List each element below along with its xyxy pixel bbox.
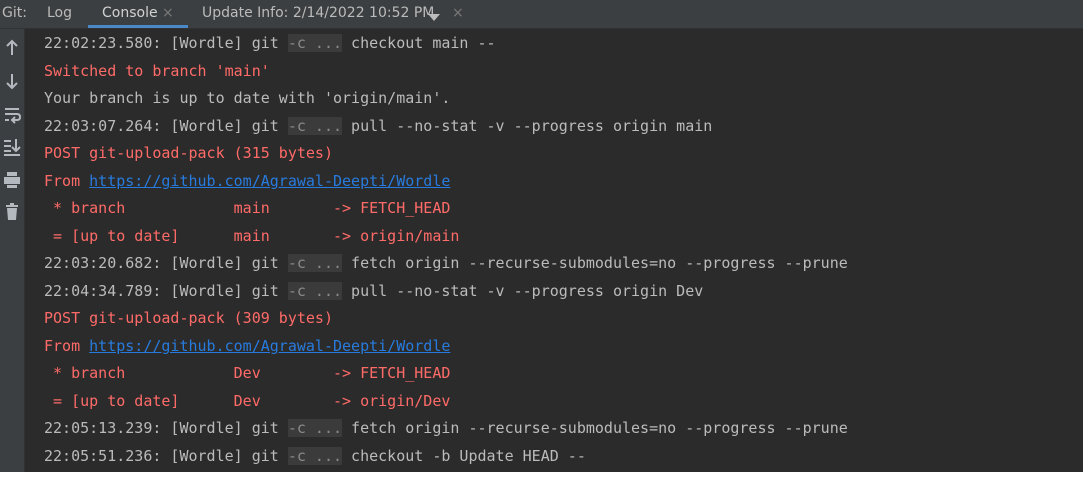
tab-bar: Git: Log Console × Update Info: 2/14/202… — [0, 0, 1083, 29]
soft-wrap-icon[interactable] — [2, 105, 22, 125]
tab-log[interactable]: Log — [47, 0, 72, 28]
repo-link[interactable]: https://github.com/Agrawal-Deepti/Wordle — [89, 172, 450, 190]
console-line: 22:05:13.239: [Wordle] git -c ... fetch … — [44, 419, 848, 437]
console-output[interactable]: 22:02:23.580: [Wordle] git -c ... checko… — [25, 29, 1083, 472]
tab-console-label: Console — [102, 5, 158, 21]
tab-console[interactable]: Console × — [102, 0, 174, 28]
console-line: 22:02:23.580: [Wordle] git -c ... checko… — [44, 34, 496, 52]
console-line: From https://github.com/Agrawal-Deepti/W… — [44, 172, 451, 190]
trash-icon[interactable] — [2, 202, 22, 222]
tab-update-info-label: Update Info: 2/14/2022 10:52 PM — [202, 5, 435, 21]
git-label: Git: — [2, 5, 27, 21]
console-line: = [up to date] main -> origin/main — [44, 227, 460, 245]
git-tool-window: Git: Log Console × Update Info: 2/14/202… — [0, 0, 1083, 472]
git-options-collapsed[interactable]: -c ... — [287, 117, 343, 135]
tab-update-info[interactable]: Update Info: 2/14/2022 10:52 PM — [202, 0, 434, 28]
arrow-up-icon[interactable] — [2, 38, 22, 58]
print-icon[interactable] — [2, 170, 22, 190]
console-line: 22:04:34.789: [Wordle] git -c ... pull -… — [44, 282, 704, 300]
active-tab-indicator — [88, 25, 188, 28]
console-line: From https://github.com/Agrawal-Deepti/W… — [44, 337, 451, 355]
git-options-collapsed[interactable]: -c ... — [287, 419, 343, 437]
git-options-collapsed[interactable]: -c ... — [287, 447, 343, 465]
console-line: Switched to branch 'main' — [44, 62, 270, 80]
git-options-collapsed[interactable]: -c ... — [287, 282, 343, 300]
console-line: 22:03:07.264: [Wordle] git -c ... pull -… — [44, 117, 713, 135]
console-line: 22:03:20.682: [Wordle] git -c ... fetch … — [44, 254, 848, 272]
chevron-down-icon[interactable] — [428, 10, 440, 26]
scroll-to-end-icon[interactable] — [2, 137, 22, 157]
console-line: * branch Dev -> FETCH_HEAD — [44, 364, 451, 382]
console-line: * branch main -> FETCH_HEAD — [44, 199, 451, 217]
console-line: POST git-upload-pack (309 bytes) — [44, 309, 333, 327]
close-icon[interactable]: × — [162, 5, 174, 21]
console-line: = [up to date] Dev -> origin/Dev — [44, 392, 451, 410]
console-line: Your branch is up to date with 'origin/m… — [44, 89, 451, 107]
git-options-collapsed[interactable]: -c ... — [287, 34, 343, 52]
console-line: 22:05:51.236: [Wordle] git -c ... checko… — [44, 447, 586, 465]
console-line: POST git-upload-pack (315 bytes) — [44, 144, 333, 162]
close-icon[interactable]: × — [452, 0, 464, 28]
arrow-down-icon[interactable] — [2, 71, 22, 91]
repo-link[interactable]: https://github.com/Agrawal-Deepti/Wordle — [89, 337, 450, 355]
git-options-collapsed[interactable]: -c ... — [287, 254, 343, 272]
console-toolbar — [0, 29, 25, 472]
